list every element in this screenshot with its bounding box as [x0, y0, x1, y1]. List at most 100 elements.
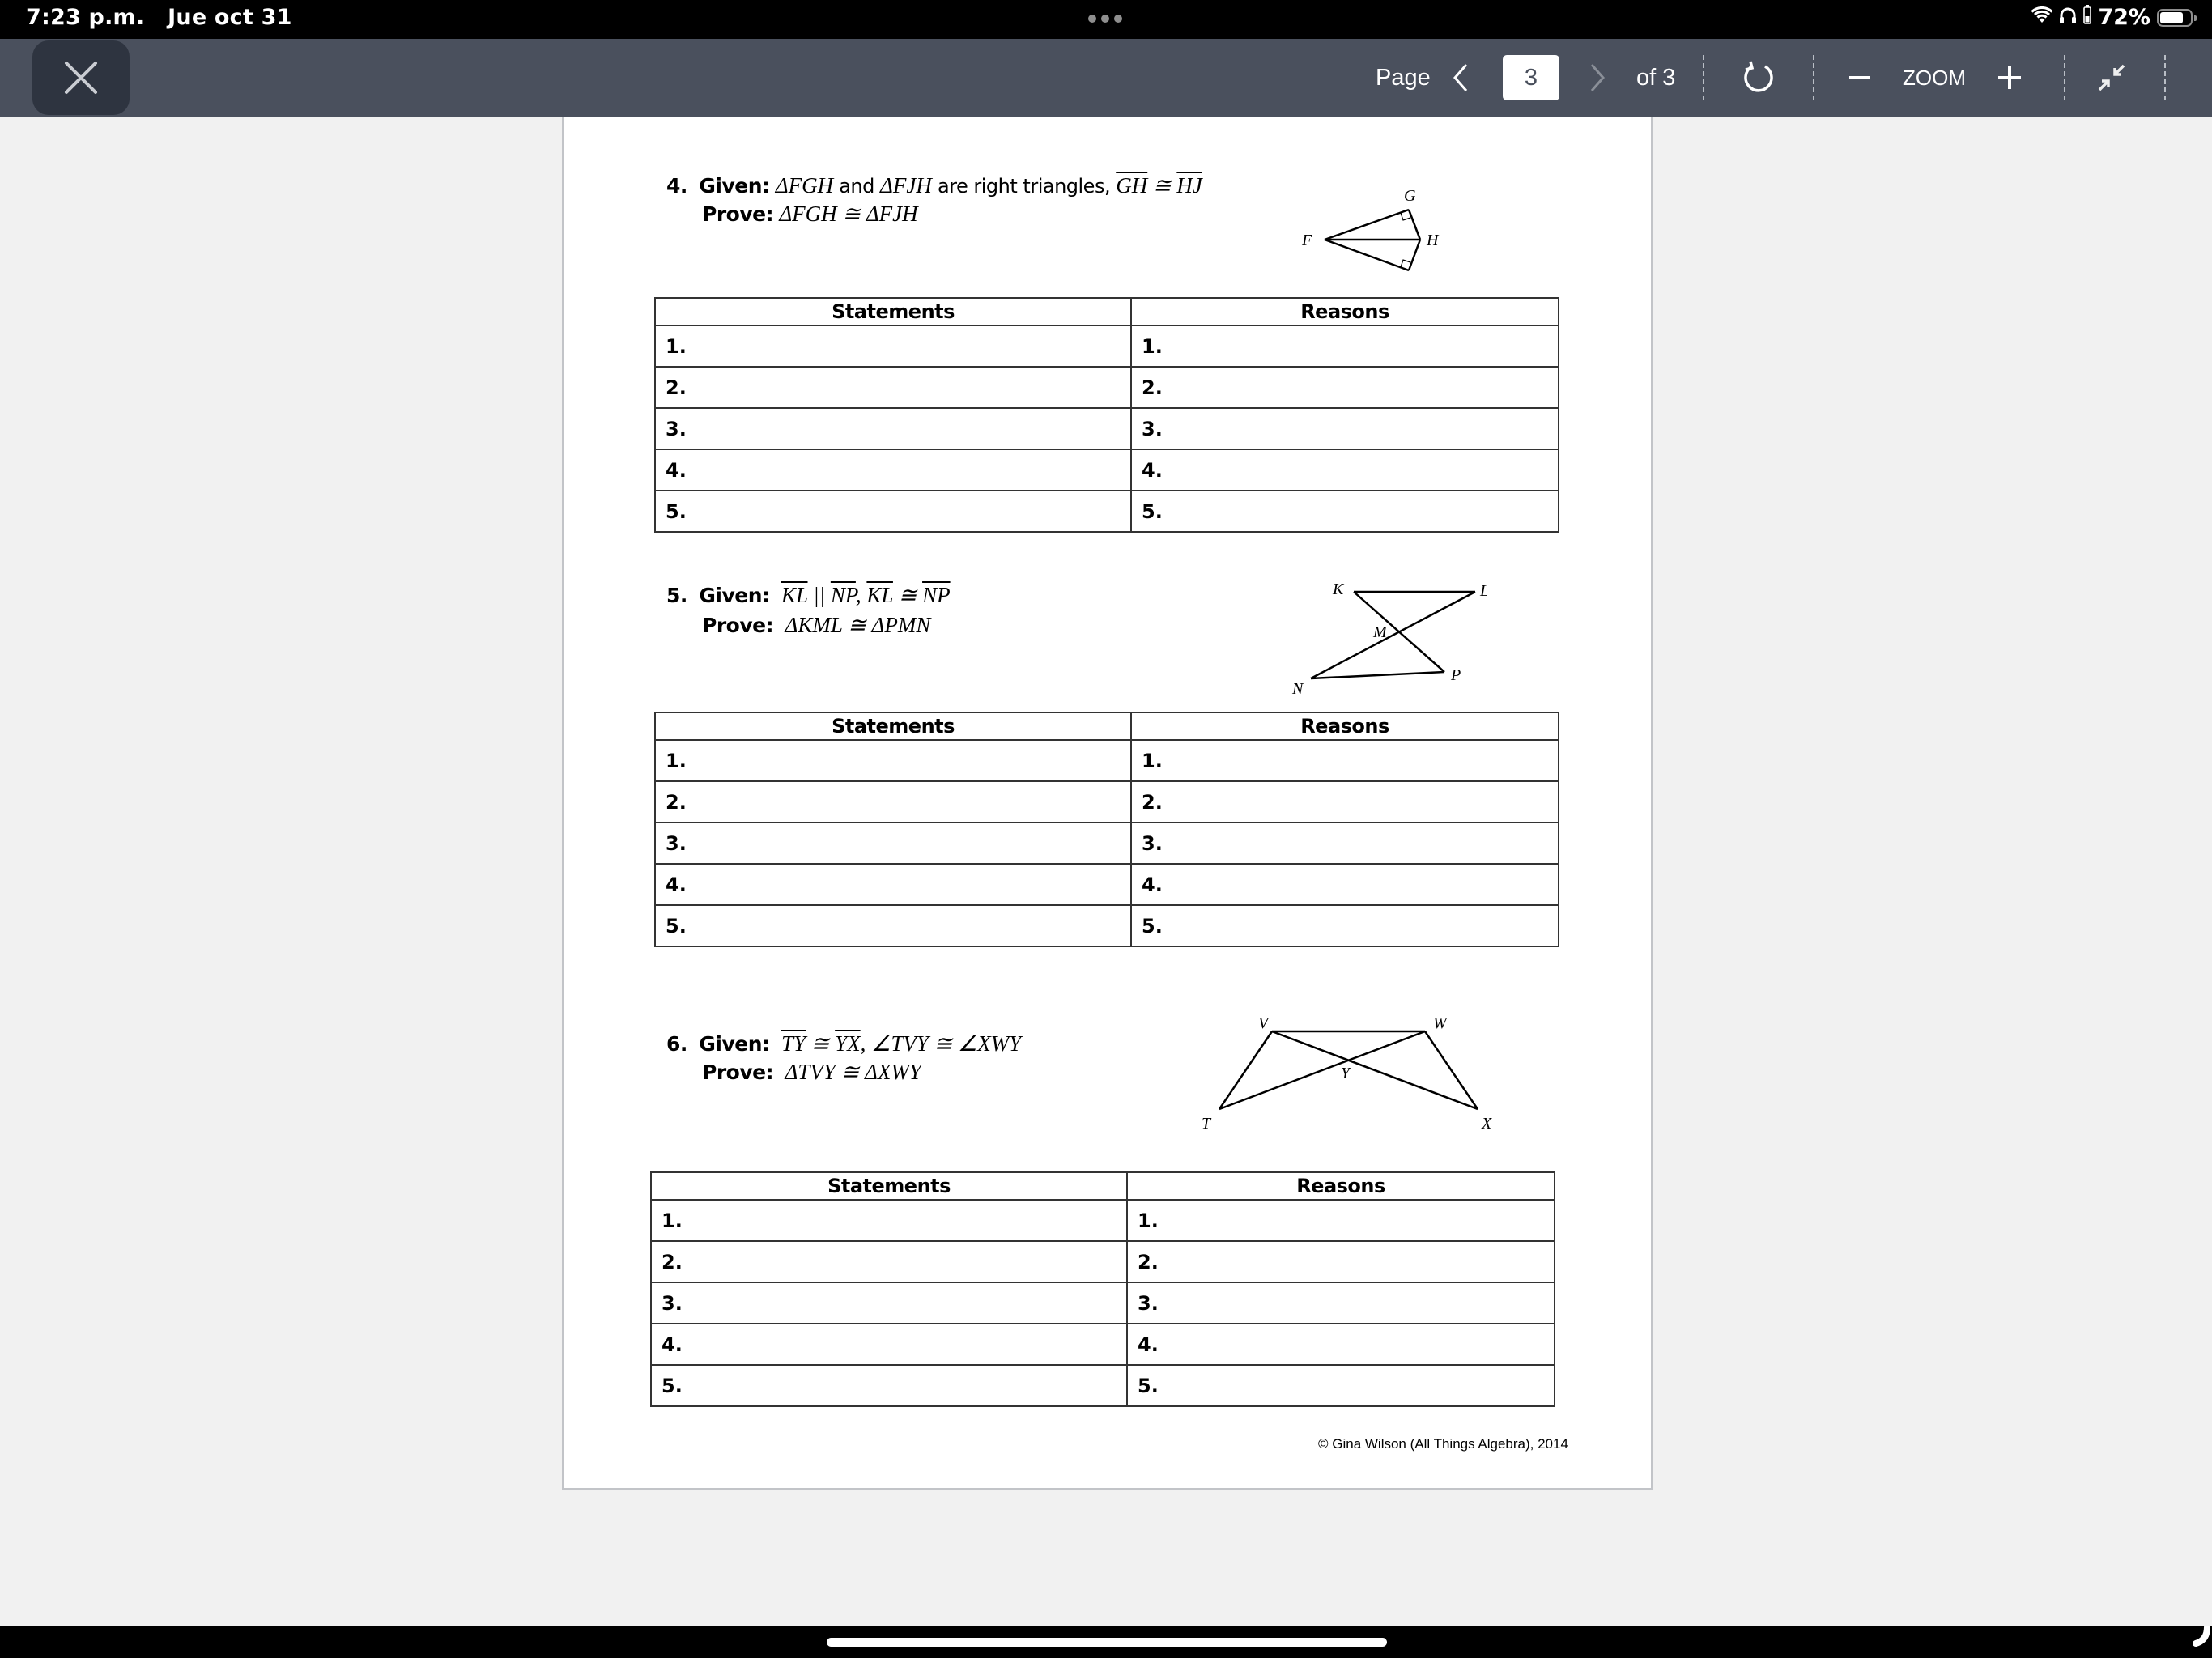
- statement-cell[interactable]: 2.: [650, 1240, 1128, 1283]
- status-indicators: 72%: [2031, 5, 2197, 30]
- page-label: Page: [1376, 64, 1431, 91]
- pencil-hover-corner-icon: [2193, 1626, 2210, 1647]
- segment-kl: KL: [866, 583, 893, 607]
- page-number-input[interactable]: [1503, 55, 1559, 100]
- next-page-button[interactable]: [1589, 39, 1606, 117]
- zoom-in-button[interactable]: [1997, 39, 2023, 117]
- exit-fullscreen-button[interactable]: [2097, 39, 2126, 117]
- statement-cell[interactable]: 4.: [654, 449, 1132, 491]
- battery-icon: [2157, 8, 2197, 27]
- table-row: 3. 3.: [654, 822, 1559, 865]
- given-label: Given:: [699, 174, 770, 198]
- vertex-label-p: P: [1450, 666, 1461, 684]
- table-header-row: Statements Reasons: [650, 1171, 1555, 1201]
- reason-cell[interactable]: 1.: [1130, 325, 1559, 368]
- congruent-symbol: ≅: [806, 1031, 836, 1056]
- toolbar-divider: [1813, 55, 1814, 100]
- problem-number: 4.: [666, 174, 687, 198]
- statement-cell[interactable]: 5.: [654, 904, 1132, 947]
- table-row: 2. 2.: [654, 780, 1559, 823]
- vertex-label-m: M: [1372, 623, 1388, 641]
- statement-cell[interactable]: 1.: [654, 739, 1132, 782]
- congruent-symbol: ≅: [892, 583, 923, 607]
- reason-cell[interactable]: 2.: [1130, 366, 1559, 409]
- given-label: Given:: [699, 1032, 770, 1056]
- given-text: and: [833, 175, 880, 198]
- vertex-label-g: G: [1404, 187, 1416, 205]
- segment-np: NP: [922, 583, 951, 607]
- problem-5-prove: Prove: ΔKML ≅ ΔPMN: [666, 611, 951, 640]
- rotate-button[interactable]: [1742, 39, 1775, 117]
- table-row: 4. 4.: [654, 863, 1559, 906]
- segment-gh: GH: [1116, 173, 1148, 198]
- reason-cell[interactable]: 2.: [1130, 780, 1559, 823]
- toolbar-divider: [1703, 55, 1704, 100]
- reason-cell[interactable]: 3.: [1126, 1282, 1555, 1324]
- given-math: ΔFJH: [880, 173, 932, 198]
- chevron-left-icon: [1453, 64, 1468, 91]
- reason-cell[interactable]: 2.: [1126, 1240, 1555, 1283]
- statement-cell[interactable]: 4.: [654, 863, 1132, 906]
- parallel-symbol: ||: [807, 583, 831, 607]
- reason-cell[interactable]: 4.: [1130, 449, 1559, 491]
- reason-cell[interactable]: 1.: [1126, 1199, 1555, 1242]
- statement-cell[interactable]: 2.: [654, 780, 1132, 823]
- reason-cell[interactable]: 4.: [1130, 863, 1559, 906]
- vertex-label-y: Y: [1341, 1065, 1351, 1082]
- header-statements: Statements: [650, 1171, 1128, 1201]
- statement-cell[interactable]: 4.: [650, 1323, 1128, 1366]
- prove-statement: ΔFGH ≅ ΔFJH: [779, 202, 918, 226]
- statement-cell[interactable]: 3.: [654, 822, 1132, 865]
- zoom-out-icon: [1849, 76, 1870, 79]
- home-indicator-area: [0, 1626, 2212, 1658]
- page-count: of 3: [1636, 64, 1676, 91]
- separator: ,: [855, 583, 867, 607]
- statement-cell[interactable]: 2.: [654, 366, 1132, 409]
- table-row: 1. 1.: [654, 739, 1559, 782]
- statement-cell[interactable]: 5.: [650, 1364, 1128, 1407]
- zoom-label: ZOOM: [1903, 65, 1966, 90]
- prove-label: Prove:: [702, 614, 774, 637]
- home-indicator[interactable]: [827, 1638, 1387, 1647]
- statement-cell[interactable]: 1.: [654, 325, 1132, 368]
- statement-cell[interactable]: 3.: [650, 1282, 1128, 1324]
- reason-cell[interactable]: 5.: [1130, 490, 1559, 533]
- reason-cell[interactable]: 1.: [1130, 739, 1559, 782]
- previous-page-button[interactable]: [1453, 39, 1469, 117]
- header-reasons: Reasons: [1130, 297, 1559, 326]
- vertex-label-x: X: [1481, 1115, 1492, 1133]
- proof-table-6: Statements Reasons 1. 1. 2. 2. 3. 3. 4. 4. 5…: [650, 1171, 1555, 1407]
- reason-cell[interactable]: 3.: [1130, 407, 1559, 450]
- vertex-label-h: H: [1426, 232, 1440, 249]
- vertex-label-n: N: [1291, 680, 1304, 698]
- zoom-out-button[interactable]: [1848, 39, 1872, 117]
- reason-cell[interactable]: 3.: [1130, 822, 1559, 865]
- statement-cell[interactable]: 3.: [654, 407, 1132, 450]
- diagram-4: G F H J: [1292, 141, 1487, 278]
- prove-label: Prove:: [702, 1061, 774, 1084]
- reason-cell[interactable]: 5.: [1130, 904, 1559, 947]
- problem-4-prove: Prove: ΔFGH ≅ ΔFJH: [666, 200, 1202, 228]
- table-row: 1. 1.: [654, 325, 1559, 368]
- table-row: 4. 4.: [650, 1323, 1555, 1366]
- table-row: 2. 2.: [654, 366, 1559, 409]
- rotate-icon: [1744, 61, 1773, 92]
- statement-cell[interactable]: 5.: [654, 490, 1132, 533]
- problem-5: 5. Given: KL || NP, KL ≅ NP Prove: ΔKML …: [666, 581, 951, 640]
- statement-cell[interactable]: 1.: [650, 1199, 1128, 1242]
- prove-statement: ΔTVY ≅ ΔXWY: [785, 1060, 921, 1084]
- table-row: 5. 5.: [654, 490, 1559, 533]
- prove-statement: ΔKML ≅ ΔPMN: [785, 613, 931, 637]
- given-math: ΔFGH: [775, 173, 834, 198]
- vertex-label-l: L: [1479, 582, 1487, 600]
- vertex-label-w: W: [1433, 1014, 1448, 1032]
- close-button[interactable]: [32, 40, 130, 115]
- reason-cell[interactable]: 4.: [1126, 1323, 1555, 1366]
- wifi-icon: [2031, 5, 2053, 30]
- table-header-row: Statements Reasons: [654, 297, 1559, 326]
- time-text: 7:23 p.m.: [26, 5, 145, 30]
- reason-cell[interactable]: 5.: [1126, 1364, 1555, 1407]
- multitasking-dots-icon[interactable]: [1088, 15, 1122, 23]
- toolbar-divider: [2164, 55, 2166, 100]
- segment-np: NP: [830, 583, 856, 607]
